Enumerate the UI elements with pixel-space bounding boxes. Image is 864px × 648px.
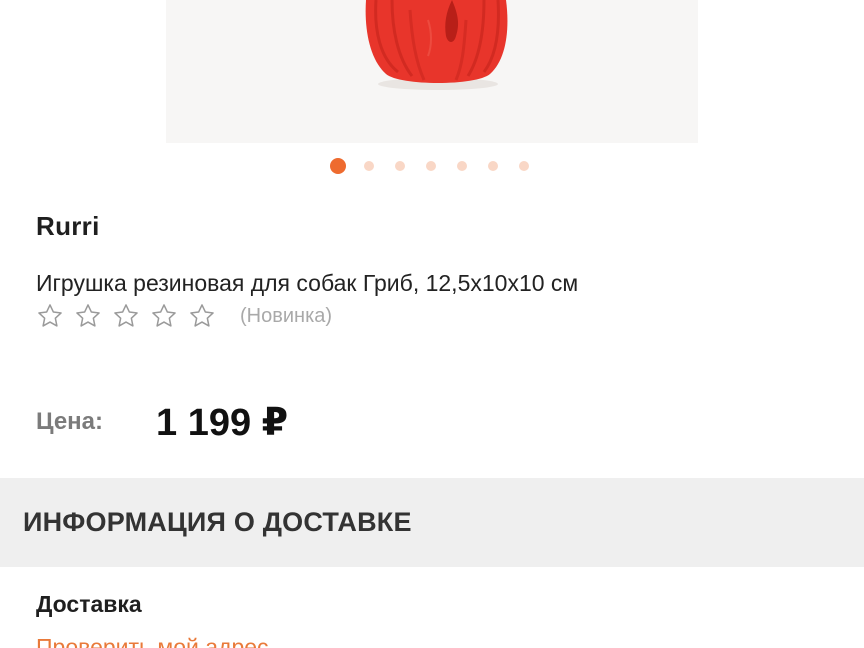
carousel-dot-3[interactable]: [395, 161, 405, 171]
delivery-info-section-header[interactable]: ИНФОРМАЦИЯ О ДОСТАВКЕ: [0, 478, 864, 567]
carousel-dot-2[interactable]: [364, 161, 374, 171]
mushroom-toy-image: [365, 0, 508, 90]
product-brand[interactable]: Rurri: [36, 211, 100, 242]
product-page: Rurri Игрушка резиновая для собак Гриб, …: [0, 0, 864, 648]
product-title: Игрушка резиновая для собак Гриб, 12,5х1…: [36, 270, 579, 296]
star-outline-icon: [152, 304, 176, 327]
check-address-link[interactable]: Проверить мой адрес: [36, 634, 269, 648]
carousel-dot-1[interactable]: [330, 158, 346, 174]
price-label: Цена:: [36, 408, 104, 435]
star-outline-icon: [38, 304, 62, 327]
carousel-dot-6[interactable]: [488, 161, 498, 171]
price-value: 1 199 ₽: [156, 402, 289, 444]
carousel-dot-5[interactable]: [457, 161, 467, 171]
carousel-dot-7[interactable]: [519, 161, 529, 171]
star-outline-icon: [190, 304, 214, 327]
star-outline-icon: [76, 304, 100, 327]
product-rating[interactable]: (Новинка): [36, 302, 332, 330]
delivery-info-title: ИНФОРМАЦИЯ О ДОСТАВКЕ: [23, 507, 412, 537]
delivery-subtitle: Доставка: [36, 591, 142, 617]
carousel-dot-4[interactable]: [426, 161, 436, 171]
carousel-dots: [330, 158, 550, 174]
star-outline-icon: [114, 304, 138, 327]
rating-note: (Новинка): [240, 304, 333, 327]
product-image[interactable]: [166, 0, 698, 143]
